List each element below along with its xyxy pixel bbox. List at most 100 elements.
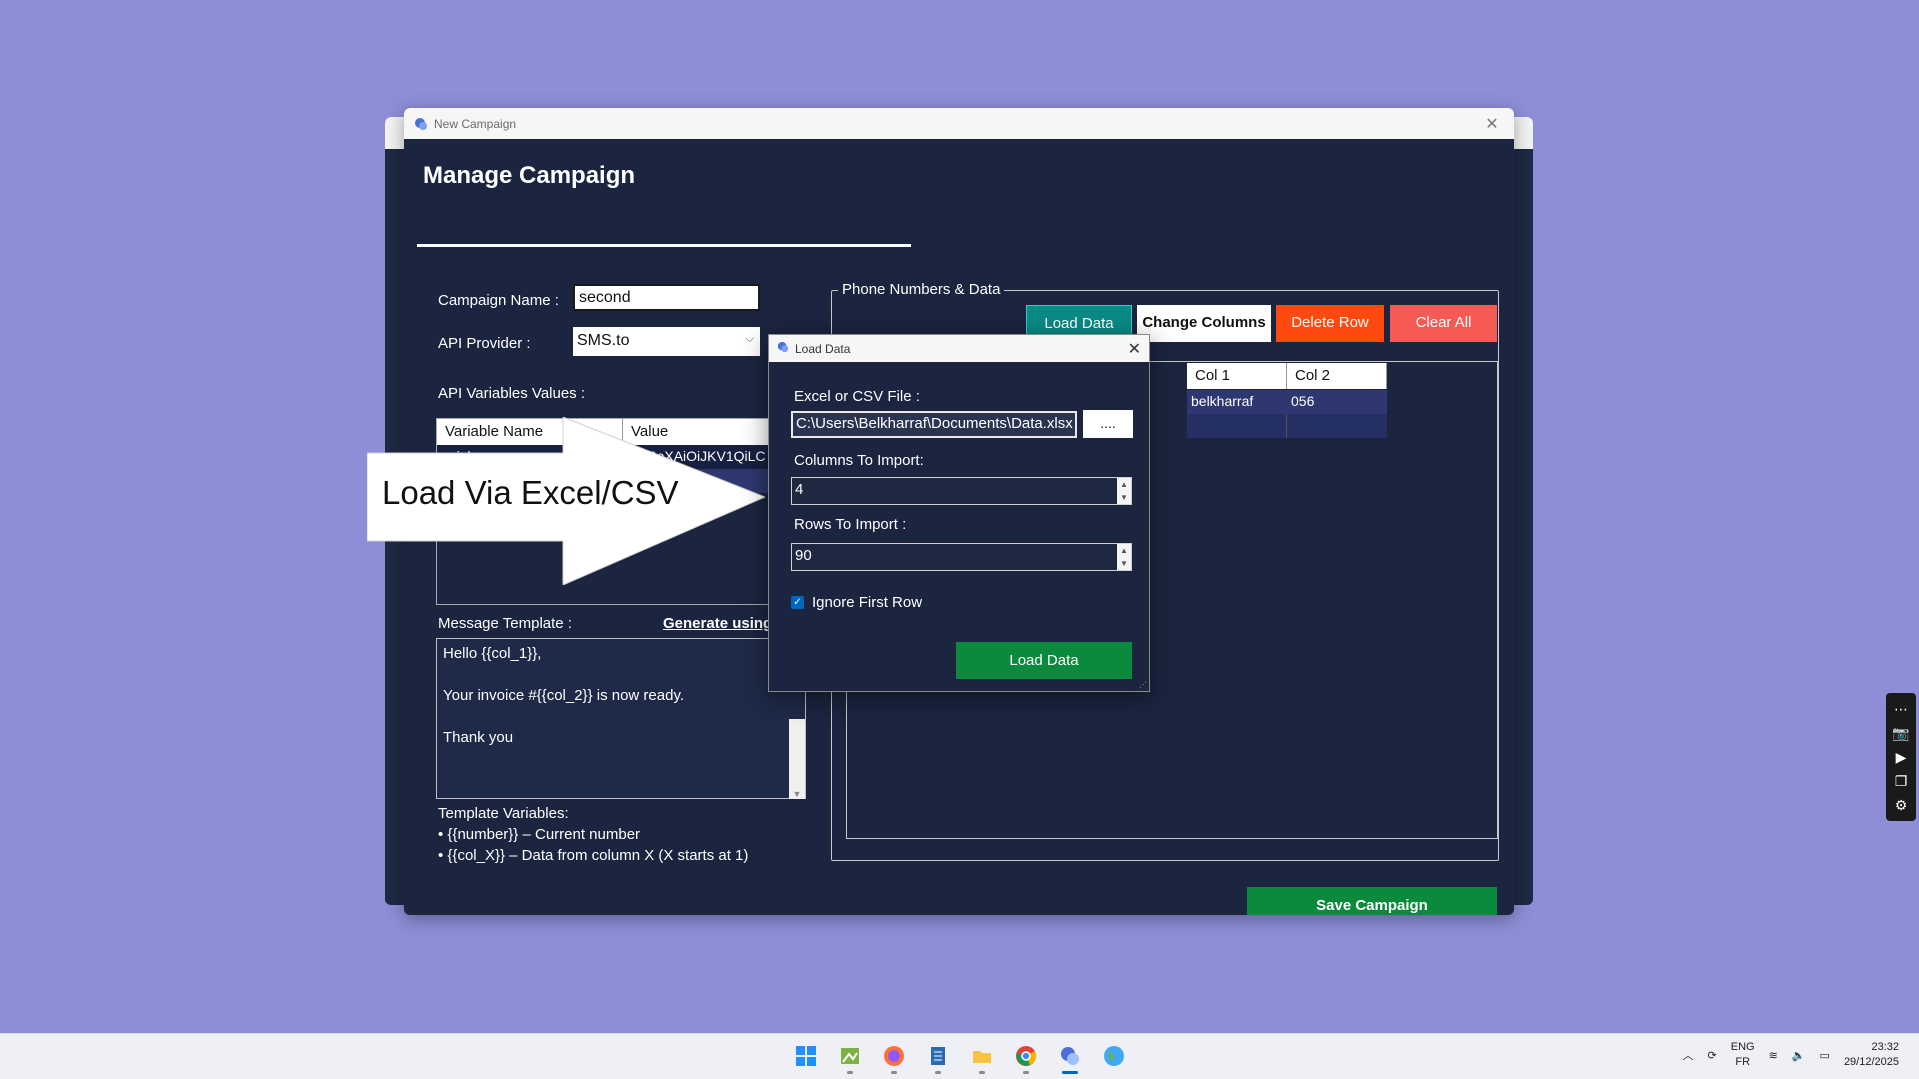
ignore-first-row-label: Ignore First Row — [812, 594, 923, 611]
window-title: New Campaign — [434, 116, 517, 131]
scroll-down-icon[interactable]: ▼ — [789, 789, 805, 799]
campaign-name-input[interactable]: second — [573, 284, 760, 311]
running-indicator — [979, 1071, 985, 1074]
language-indicator[interactable]: ENG FR — [1731, 1040, 1755, 1070]
rows-value: 90 — [795, 547, 812, 564]
stepper-arrows[interactable]: ▲ ▼ — [1117, 544, 1131, 570]
message-line — [443, 666, 799, 687]
save-campaign-button[interactable]: Save Campaign — [1247, 887, 1497, 915]
api-provider-label: API Provider : — [438, 335, 531, 352]
table-row[interactable]: belkharraf 056 — [1187, 390, 1387, 414]
column-header-col2[interactable]: Col 2 — [1287, 363, 1387, 389]
columns-stepper[interactable]: 4 ▲ ▼ — [791, 477, 1132, 505]
columns-label: Columns To Import: — [794, 452, 924, 469]
sync-icon[interactable]: ⟳ — [1708, 1049, 1717, 1062]
more-icon[interactable]: ⋯ — [1894, 701, 1908, 718]
windows-start-icon[interactable] — [790, 1040, 822, 1072]
chevron-up-icon[interactable]: ︿ — [1683, 1047, 1694, 1063]
api-provider-value: SMS.to — [577, 332, 630, 349]
phone-data-header: Col 1 Col 2 — [1187, 363, 1387, 389]
browse-button[interactable]: .... — [1083, 410, 1133, 438]
table-row[interactable] — [1187, 414, 1387, 438]
template-variable-item: • {{number}} – Current number — [438, 826, 641, 843]
page-title: Manage Campaign — [423, 162, 636, 189]
campaign-name-label: Campaign Name : — [438, 292, 559, 309]
message-scrollbar[interactable]: ▼ — [789, 719, 805, 799]
video-icon[interactable]: ▶ — [1896, 749, 1907, 766]
data-cell[interactable] — [1187, 414, 1287, 438]
chevron-down-icon[interactable]: ▼ — [1117, 491, 1131, 504]
checkmark-icon[interactable]: ✓ — [791, 596, 804, 609]
dialog-title: Load Data — [795, 341, 851, 356]
column-header-col1[interactable]: Col 1 — [1187, 363, 1287, 389]
running-indicator — [1023, 1071, 1029, 1074]
window-close-button[interactable]: ✕ — [1480, 114, 1504, 134]
file-explorer-icon[interactable] — [966, 1040, 998, 1074]
clock-date: 29/12/2025 — [1843, 1056, 1899, 1068]
message-line: Thank you — [443, 729, 514, 746]
data-cell[interactable] — [1287, 414, 1387, 438]
chevron-up-icon[interactable]: ▲ — [1117, 544, 1131, 557]
window-titlebar: New Campaign ✕ — [404, 108, 1514, 139]
delete-row-button[interactable]: Delete Row — [1276, 305, 1384, 342]
globe-app-icon[interactable] — [1098, 1040, 1130, 1072]
stepper-arrows[interactable]: ▲ ▼ — [1117, 478, 1131, 504]
battery-icon[interactable]: ▭ — [1820, 1049, 1830, 1062]
language-top: ENG — [1730, 1041, 1755, 1053]
volume-icon[interactable]: 🔈 — [1792, 1049, 1806, 1062]
message-template-textarea[interactable]: Hello {{col_1}}, Your invoice #{{col_2}}… — [436, 638, 806, 799]
close-icon[interactable]: ✕ — [1128, 339, 1141, 359]
taskbar: ︿ ⟳ ENG FR ≋ 🔈 ▭ 23:32 29/12/2025 — [0, 1033, 1919, 1079]
chrome-icon[interactable] — [1010, 1040, 1042, 1074]
callout-text: Load Via Excel/CSV — [382, 474, 679, 511]
phone-numbers-legend: Phone Numbers & Data — [838, 281, 1005, 298]
file-label: Excel or CSV File : — [794, 388, 920, 405]
data-cell[interactable]: belkharraf — [1187, 390, 1287, 414]
dialog-titlebar: Load Data ✕ — [769, 335, 1149, 362]
camera-icon[interactable]: 📷 — [1892, 725, 1909, 742]
resize-grip-icon[interactable]: ⋰ — [1139, 680, 1147, 689]
message-line: Hello {{col_1}}, — [443, 645, 542, 662]
dialog-load-data-button[interactable]: Load Data — [956, 642, 1132, 679]
window-icon[interactable]: ❐ — [1895, 773, 1908, 790]
gear-icon[interactable]: ⚙ — [1895, 797, 1908, 814]
file-path-input[interactable]: C:\Users\Belkharraf\Documents\Data.xlsx — [791, 411, 1077, 438]
clock[interactable]: 23:32 29/12/2025 — [1844, 1040, 1899, 1070]
template-variables-help: Template Variables: • {{number}} – Curre… — [438, 803, 748, 866]
api-provider-select[interactable]: SMS.to ⌵ — [573, 327, 760, 356]
generate-link[interactable]: Generate using — [663, 615, 772, 632]
message-line: Your invoice #{{col_2}} is now ready. — [443, 687, 685, 704]
message-line — [443, 708, 799, 729]
message-template-label: Message Template : — [438, 615, 572, 632]
change-columns-button[interactable]: Change Columns — [1137, 305, 1271, 342]
clock-time: 23:32 — [1871, 1041, 1899, 1053]
chevron-down-icon: ⌵ — [745, 333, 754, 345]
api-vars-label: API Variables Values : — [438, 385, 586, 402]
running-indicator — [847, 1071, 853, 1074]
load-data-dialog: Load Data ✕ Excel or CSV File : C:\Users… — [768, 334, 1150, 692]
image-editor-icon[interactable] — [834, 1040, 866, 1074]
wifi-icon[interactable]: ≋ — [1769, 1049, 1778, 1062]
template-variables-title: Template Variables: — [438, 805, 569, 822]
system-tray: ︿ ⟳ ENG FR ≋ 🔈 ▭ 23:32 29/12/2025 — [1683, 1040, 1899, 1070]
taskbar-apps — [790, 1040, 1130, 1074]
firefox-icon[interactable] — [878, 1040, 910, 1074]
notepad-icon[interactable] — [922, 1040, 954, 1074]
ignore-first-row-checkbox[interactable]: ✓ Ignore First Row — [791, 594, 922, 611]
data-cell[interactable]: 056 — [1287, 390, 1387, 414]
rows-label: Rows To Import : — [794, 516, 907, 533]
columns-value: 4 — [795, 481, 804, 498]
chat-app-icon — [414, 117, 428, 131]
running-indicator — [935, 1071, 941, 1074]
rows-stepper[interactable]: 90 ▲ ▼ — [791, 543, 1132, 571]
sms-app-icon[interactable] — [1054, 1040, 1086, 1074]
template-variable-item: • {{col_X}} – Data from column X (X star… — [438, 847, 749, 864]
running-indicator — [1062, 1071, 1078, 1074]
chevron-up-icon[interactable]: ▲ — [1117, 478, 1131, 491]
title-divider — [417, 244, 911, 247]
floating-capture-toolbar: ⋯ 📷 ▶ ❐ ⚙ — [1886, 693, 1916, 821]
language-bottom: FR — [1735, 1056, 1751, 1068]
clear-all-button[interactable]: Clear All — [1390, 305, 1497, 342]
chevron-down-icon[interactable]: ▼ — [1117, 557, 1131, 570]
chat-app-icon — [777, 341, 789, 356]
